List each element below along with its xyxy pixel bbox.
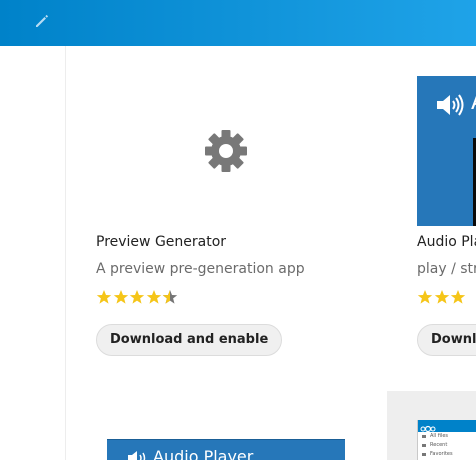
app-thumbnail (96, 76, 356, 226)
app-description: play / stre (417, 261, 476, 277)
star-full-icon (146, 290, 161, 304)
thumbnail-title-fragment: A (471, 90, 476, 115)
app-thumbnail: A (417, 76, 476, 226)
screenshot-title: Audio Player (153, 447, 254, 460)
star-full-icon (96, 290, 112, 304)
mini-nav-item: All files (418, 432, 476, 441)
star-full-icon (113, 290, 128, 304)
speaker-icon (128, 451, 146, 460)
app-description: A preview pre-generation app (96, 261, 305, 277)
app-title[interactable]: Preview Generator (96, 234, 226, 250)
star-full-icon (129, 290, 145, 304)
star-full-icon (450, 290, 466, 304)
gear-icon (205, 130, 247, 172)
download-and-enable-button[interactable]: Download and enable (96, 324, 283, 356)
pencil-icon[interactable] (33, 12, 51, 30)
speaker-icon (437, 94, 464, 116)
sidebar-divider (65, 46, 66, 460)
download-and-enable-button[interactable]: Downlo (417, 324, 476, 356)
audio-player-screenshot[interactable]: Audio Player (107, 439, 345, 460)
mini-header (418, 420, 476, 433)
app-card-preview-generator[interactable]: Preview Generator A preview pre-generati… (96, 76, 376, 366)
app-rating (96, 289, 179, 307)
app-header (0, 0, 476, 46)
app-rating (417, 289, 467, 307)
app-title[interactable]: Audio Pla (417, 234, 476, 250)
star-full-icon (417, 290, 433, 304)
mini-nav-item: Recent (418, 441, 476, 450)
star-full-icon (434, 290, 449, 304)
star-half-icon (162, 290, 178, 304)
app-card-audio-player[interactable]: A Audio Pla play / stre Downlo (417, 76, 476, 366)
files-app-screenshot[interactable]: All files Recent Favorites (417, 420, 476, 460)
mini-nav-item: Favorites (418, 450, 476, 459)
